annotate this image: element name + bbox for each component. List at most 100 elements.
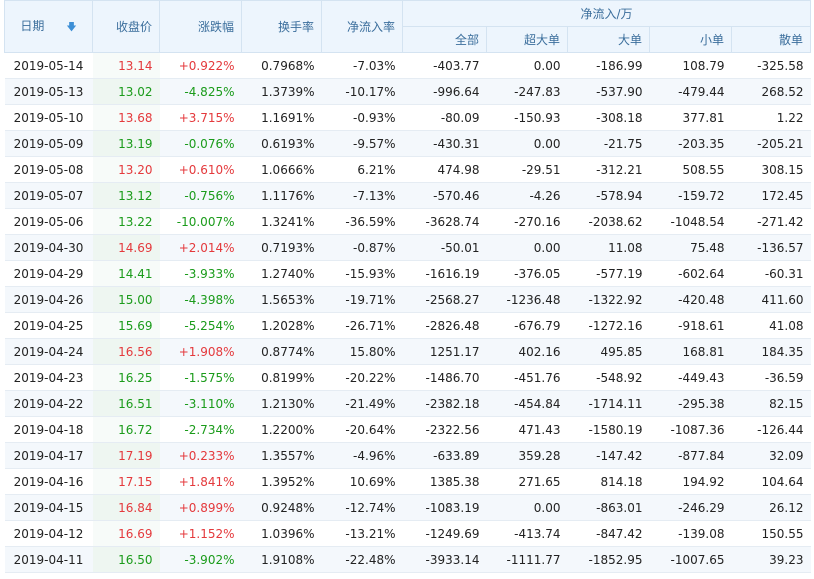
cell-net-extra-large: 0.00 xyxy=(486,130,568,157)
column-header-close[interactable]: 收盘价 xyxy=(92,0,160,53)
cell-net-small: 168.81 xyxy=(649,338,732,365)
cell-turnover: 1.0396% xyxy=(241,520,322,547)
column-header-retail[interactable]: 散单 xyxy=(731,26,811,53)
cell-net-large: -847.42 xyxy=(567,520,650,547)
table-row: 2019-04-16 17.15 +1.841% 1.3952% 10.69% 1385.… xyxy=(4,468,811,495)
cell-change: -3.110% xyxy=(159,390,242,417)
cell-turnover: 0.7968% xyxy=(241,52,322,79)
cell-net-retail: -271.42 xyxy=(731,208,811,235)
cell-close: 17.15 xyxy=(92,468,160,495)
table-header: 日期 🡇 收盘价 涨跌幅 换手率 净流入率 净流入/万 全部 超大单 大单 小单 … xyxy=(4,0,811,53)
table-row: 2019-04-17 17.19 +0.233% 1.3557% -4.96% -633.… xyxy=(4,442,811,469)
cell-date: 2019-05-14 xyxy=(4,52,93,79)
cell-turnover: 0.8774% xyxy=(241,338,322,365)
cell-net-all: -633.89 xyxy=(402,442,487,469)
cell-close: 15.69 xyxy=(92,312,160,339)
cell-net-large: -308.18 xyxy=(567,104,650,131)
cell-close: 13.68 xyxy=(92,104,160,131)
cell-net-extra-large: 0.00 xyxy=(486,234,568,261)
cell-net-retail: 150.55 xyxy=(731,520,811,547)
cell-net-large: -147.42 xyxy=(567,442,650,469)
cell-change: +0.610% xyxy=(159,156,242,183)
cell-net-large: 814.18 xyxy=(567,468,650,495)
cell-net-retail: 41.08 xyxy=(731,312,811,339)
cell-net-retail: 308.15 xyxy=(731,156,811,183)
table-row: 2019-05-06 13.22 -10.007% 1.3241% -36.59% -36… xyxy=(4,208,811,235)
column-header-extra-large[interactable]: 超大单 xyxy=(486,26,568,53)
cell-net-extra-large: -376.05 xyxy=(486,260,568,287)
cell-net-all: -2382.18 xyxy=(402,390,487,417)
cell-net-ratio: -12.74% xyxy=(321,494,403,521)
fund-flow-table-container: 日期 🡇 收盘价 涨跌幅 换手率 净流入率 净流入/万 全部 超大单 大单 小单 … xyxy=(0,0,814,579)
cell-close: 17.19 xyxy=(92,442,160,469)
column-header-change[interactable]: 涨跌幅 xyxy=(159,0,242,53)
column-header-date[interactable]: 日期 🡇 xyxy=(4,0,93,53)
cell-net-extra-large: -413.74 xyxy=(486,520,568,547)
cell-net-extra-large: 0.00 xyxy=(486,52,568,79)
cell-net-retail: -205.21 xyxy=(731,130,811,157)
cell-close: 13.14 xyxy=(92,52,160,79)
cell-date: 2019-04-11 xyxy=(4,546,93,573)
column-header-turnover[interactable]: 换手率 xyxy=(241,0,322,53)
cell-close: 16.51 xyxy=(92,390,160,417)
cell-net-ratio: -7.03% xyxy=(321,52,403,79)
cell-net-all: -2322.56 xyxy=(402,416,487,443)
cell-net-all: -3628.74 xyxy=(402,208,487,235)
cell-net-small: -918.61 xyxy=(649,312,732,339)
cell-net-all: -1616.19 xyxy=(402,260,487,287)
cell-net-all: -430.31 xyxy=(402,130,487,157)
cell-net-retail: 32.09 xyxy=(731,442,811,469)
cell-turnover: 1.3952% xyxy=(241,468,322,495)
sort-down-arrow-icon[interactable]: 🡇 xyxy=(66,20,76,37)
cell-close: 16.56 xyxy=(92,338,160,365)
cell-net-retail: 184.35 xyxy=(731,338,811,365)
cell-net-ratio: -4.96% xyxy=(321,442,403,469)
cell-net-all: -403.77 xyxy=(402,52,487,79)
cell-change: +0.922% xyxy=(159,52,242,79)
table-row: 2019-04-29 14.41 -3.933% 1.2740% -15.93% -161… xyxy=(4,260,811,287)
cell-net-all: -2826.48 xyxy=(402,312,487,339)
table-row: 2019-04-30 14.69 +2.014% 0.7193% -0.87% -50.0… xyxy=(4,234,811,261)
cell-turnover: 1.1691% xyxy=(241,104,322,131)
column-header-small[interactable]: 小单 xyxy=(649,26,732,53)
cell-turnover: 0.7193% xyxy=(241,234,322,261)
cell-change: -2.734% xyxy=(159,416,242,443)
column-header-all[interactable]: 全部 xyxy=(402,26,487,53)
cell-net-extra-large: -1236.48 xyxy=(486,286,568,313)
cell-net-extra-large: -451.76 xyxy=(486,364,568,391)
cell-net-retail: -36.59 xyxy=(731,364,811,391)
column-header-large[interactable]: 大单 xyxy=(567,26,650,53)
cell-net-small: -203.35 xyxy=(649,130,732,157)
cell-net-ratio: -22.48% xyxy=(321,546,403,573)
table-row: 2019-04-15 16.84 +0.899% 0.9248% -12.74% -108… xyxy=(4,494,811,521)
cell-close: 13.20 xyxy=(92,156,160,183)
column-header-net-ratio[interactable]: 净流入率 xyxy=(321,0,403,53)
cell-net-large: -1272.16 xyxy=(567,312,650,339)
cell-turnover: 0.9248% xyxy=(241,494,322,521)
table-row: 2019-04-12 16.69 +1.152% 1.0396% -13.21% -124… xyxy=(4,520,811,547)
cell-change: -0.756% xyxy=(159,182,242,209)
table-row: 2019-05-08 13.20 +0.610% 1.0666% 6.21% 474.98… xyxy=(4,156,811,183)
cell-date: 2019-04-26 xyxy=(4,286,93,313)
cell-turnover: 1.1176% xyxy=(241,182,322,209)
cell-net-retail: -325.58 xyxy=(731,52,811,79)
cell-net-ratio: -20.64% xyxy=(321,416,403,443)
table-row: 2019-05-09 13.19 -0.076% 0.6193% -9.57% -430.… xyxy=(4,130,811,157)
cell-net-ratio: -36.59% xyxy=(321,208,403,235)
table-row: 2019-04-22 16.51 -3.110% 1.2130% -21.49% -238… xyxy=(4,390,811,417)
cell-turnover: 1.0666% xyxy=(241,156,322,183)
cell-net-ratio: 10.69% xyxy=(321,468,403,495)
cell-net-retail: 39.23 xyxy=(731,546,811,573)
cell-close: 13.12 xyxy=(92,182,160,209)
cell-net-ratio: -26.71% xyxy=(321,312,403,339)
cell-turnover: 1.3557% xyxy=(241,442,322,469)
cell-net-extra-large: 471.43 xyxy=(486,416,568,443)
cell-net-ratio: 15.80% xyxy=(321,338,403,365)
cell-net-extra-large: -270.16 xyxy=(486,208,568,235)
cell-turnover: 1.2028% xyxy=(241,312,322,339)
cell-net-extra-large: -4.26 xyxy=(486,182,568,209)
cell-date: 2019-04-30 xyxy=(4,234,93,261)
cell-net-small: -1087.36 xyxy=(649,416,732,443)
cell-net-small: -877.84 xyxy=(649,442,732,469)
cell-change: -3.902% xyxy=(159,546,242,573)
